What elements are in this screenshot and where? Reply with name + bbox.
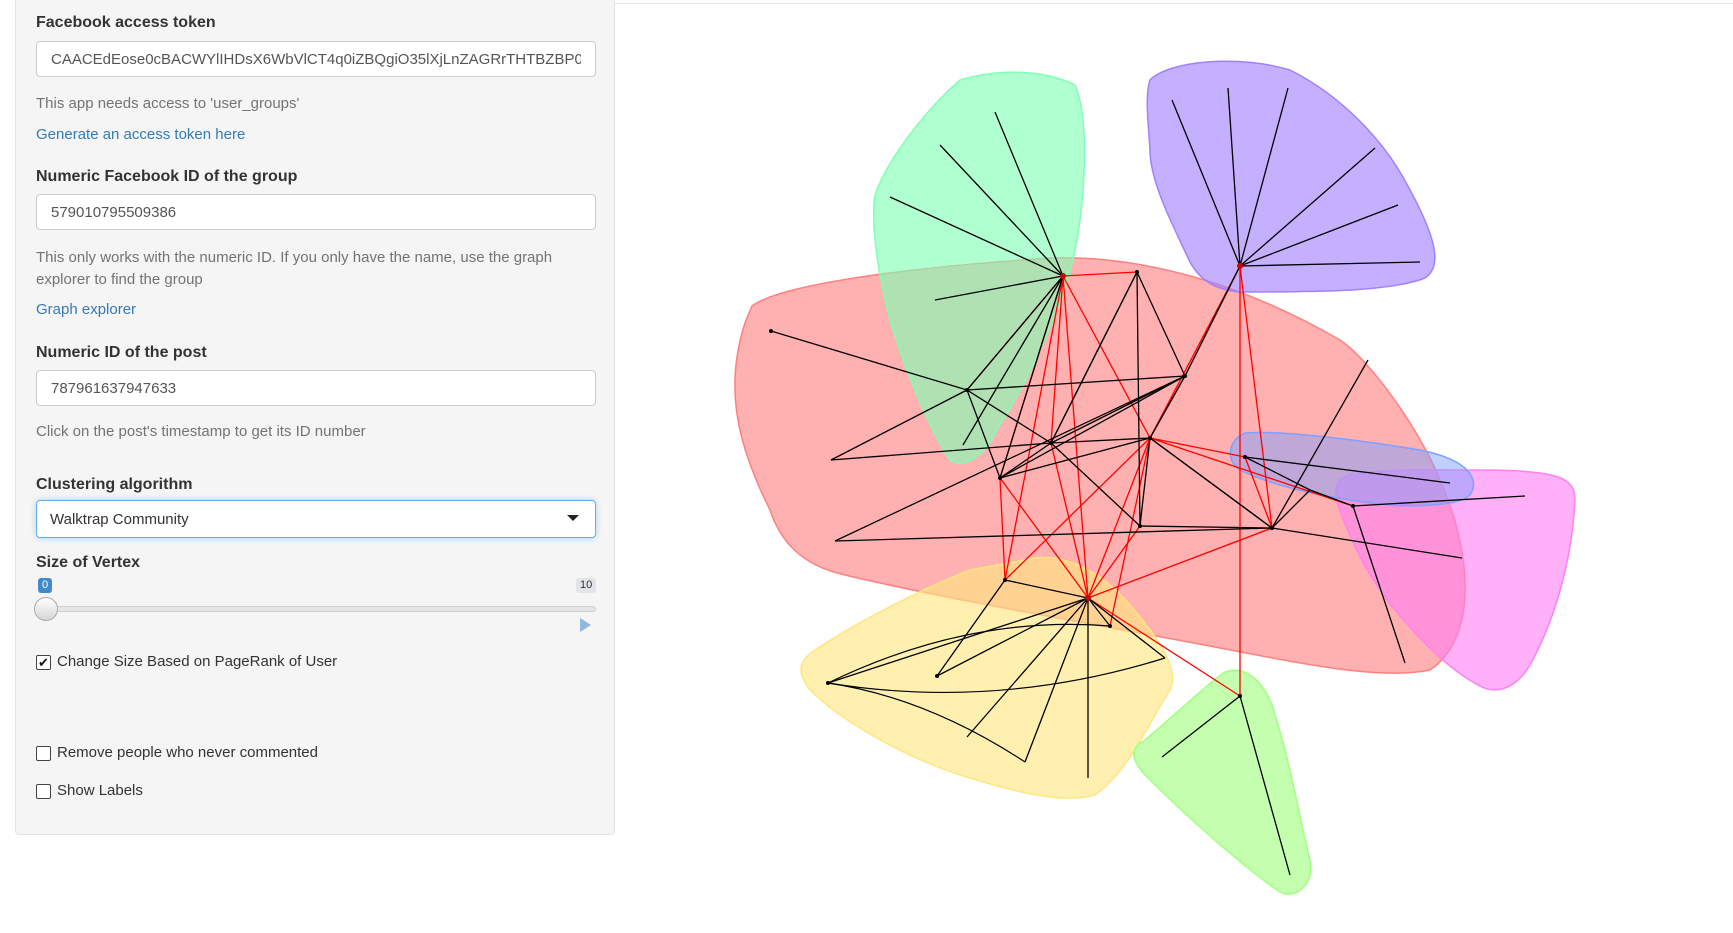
graph-vertex [998,476,1002,480]
graph-vertex [1148,436,1152,440]
graph-vertex [1049,441,1053,445]
graph-vertex [769,329,773,333]
graph-vertex [1085,595,1091,601]
graph-vertex [1108,624,1112,628]
graph-vertex [1351,504,1355,508]
cluster-purple-hull [1146,60,1436,293]
graph-vertex [1243,455,1247,459]
graph-vertex [1003,578,1007,582]
graph-vertex [935,674,939,678]
graph-vertex [965,388,969,392]
graph-vertex [1060,273,1066,279]
graph-vertex [1270,526,1274,530]
graph-vertex [1237,263,1243,269]
cluster-hulls [734,60,1576,895]
graph-vertex [1138,524,1142,528]
graph-vertex [826,681,830,685]
graph-vertex [1135,270,1139,274]
graph-vertex [1238,694,1242,698]
network-graph [734,60,1576,895]
graph-vertex [1183,374,1187,378]
